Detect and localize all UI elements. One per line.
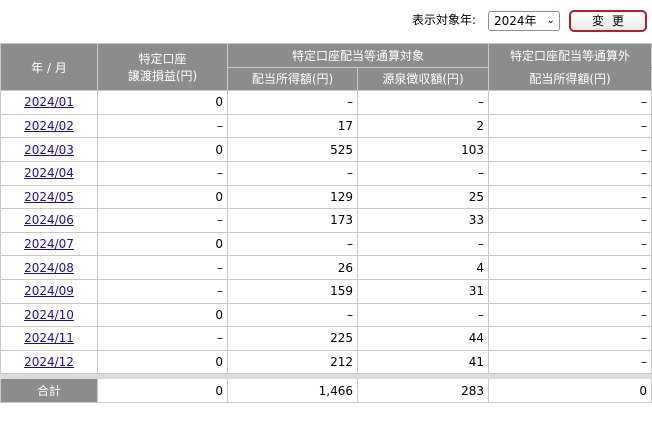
- gain-cell: 0: [97, 231, 228, 257]
- gain-cell: 0: [97, 349, 228, 375]
- header-group-target: 特定口座配当等通算対象: [226, 43, 490, 68]
- tax-cell: –: [356, 160, 490, 186]
- total-tax-cell: 283: [356, 378, 490, 403]
- header-transfer-gain-line1: 特定口座: [138, 52, 187, 67]
- dividend-cell: 525: [227, 137, 358, 162]
- outside-cell: –: [488, 349, 652, 375]
- year-label: 表示対象年:: [412, 13, 477, 27]
- table-row: 2024/07 0– – –: [0, 231, 652, 257]
- gain-cell: –: [97, 208, 228, 233]
- outside-cell: –: [488, 278, 652, 304]
- table-row: 2024/09–159 31–: [0, 278, 652, 304]
- year-select-value: 2024年: [494, 14, 537, 28]
- outside-cell: –: [488, 137, 652, 162]
- outside-cell: –: [488, 113, 652, 139]
- month-link[interactable]: 2024/03: [24, 143, 74, 157]
- gain-cell: 0: [97, 302, 228, 328]
- dividend-cell: –: [227, 90, 358, 115]
- dividend-cell: 129: [227, 184, 358, 210]
- month-link[interactable]: 2024/01: [24, 95, 74, 109]
- dividend-cell: 173: [227, 208, 358, 233]
- gain-cell: –: [97, 255, 228, 280]
- table-row: 2024/04– – – –: [0, 160, 652, 186]
- tax-cell: 103: [356, 137, 490, 162]
- tax-cell: 44: [356, 326, 490, 351]
- tax-cell: 4: [356, 255, 490, 280]
- month-link[interactable]: 2024/07: [24, 237, 74, 251]
- gain-cell: 0: [97, 137, 228, 162]
- tax-cell: 2: [356, 113, 490, 139]
- outside-cell: –: [488, 302, 652, 328]
- total-row: 合計 0 1,466 283 0: [0, 378, 652, 403]
- month-link[interactable]: 2024/02: [24, 119, 74, 133]
- table-row: 2024/12 0 212 41–: [0, 349, 652, 375]
- total-label: 合計: [0, 378, 98, 403]
- tax-cell: –: [356, 302, 490, 328]
- month-link[interactable]: 2024/05: [24, 190, 74, 204]
- dividend-cell: 17: [227, 113, 358, 139]
- table-row: 2024/11–225 44–: [0, 326, 652, 351]
- table-row: 2024/02–17 2–: [0, 113, 652, 139]
- header-dividend-income: 配当所得額(円): [227, 66, 358, 92]
- month-link[interactable]: 2024/06: [24, 213, 74, 227]
- outside-cell: –: [488, 208, 652, 233]
- dividend-cell: 225: [227, 326, 358, 351]
- header-transfer-gain: 特定口座 譲渡損益(円): [97, 42, 228, 92]
- dividend-cell: 159: [227, 278, 358, 304]
- total-outside-cell: 0: [488, 378, 652, 403]
- month-link[interactable]: 2024/10: [24, 308, 74, 322]
- dividend-cell: 212: [227, 349, 358, 375]
- outside-cell: –: [488, 160, 652, 186]
- table-row: 2024/03 0 525 103–: [0, 137, 652, 162]
- outside-cell: –: [488, 231, 652, 257]
- table-row: 2024/05 0 129 25–: [0, 184, 652, 210]
- header-withholding-tax: 源泉徴収額(円): [356, 66, 490, 92]
- tax-cell: –: [356, 231, 490, 257]
- tax-cell: 25: [356, 184, 490, 210]
- dividend-cell: –: [227, 302, 358, 328]
- gain-cell: 0: [97, 184, 228, 210]
- gain-cell: –: [97, 113, 228, 139]
- gain-cell: –: [97, 278, 228, 304]
- outside-cell: –: [488, 255, 652, 280]
- total-dividend-cell: 1,466: [227, 378, 358, 403]
- outside-cell: –: [488, 184, 652, 210]
- chevron-down-icon: ⌄: [546, 15, 555, 26]
- month-link[interactable]: 2024/12: [24, 355, 74, 369]
- header-outside-dividend: 配当所得額(円): [488, 66, 652, 92]
- outside-cell: –: [488, 326, 652, 351]
- month-link[interactable]: 2024/08: [24, 261, 74, 275]
- gain-cell: 0: [97, 90, 228, 115]
- dividend-summary-table: 年 / 月 特定口座 譲渡損益(円) 特定口座配当等通算対象 特定口座配当等通算…: [0, 42, 652, 403]
- table-row: 2024/06–173 33–: [0, 208, 652, 233]
- change-button[interactable]: 変更: [569, 10, 647, 32]
- tax-cell: 33: [356, 208, 490, 233]
- header-transfer-gain-line2: 譲渡損益(円): [127, 69, 198, 84]
- tax-cell: –: [356, 90, 490, 115]
- month-link[interactable]: 2024/11: [24, 331, 74, 345]
- tax-cell: 41: [356, 349, 490, 375]
- gain-cell: –: [97, 160, 228, 186]
- header-month: 年 / 月: [0, 42, 98, 92]
- dividend-cell: 26: [227, 255, 358, 280]
- dividend-cell: –: [227, 231, 358, 257]
- dividend-cell: –: [227, 160, 358, 186]
- total-gain-cell: 0: [97, 378, 228, 403]
- year-filter-bar: 表示対象年: 2024年 ⌄ 変更: [0, 0, 652, 42]
- outside-cell: –: [488, 90, 652, 115]
- year-select[interactable]: 2024年 ⌄: [488, 11, 560, 31]
- tax-cell: 31: [356, 278, 490, 304]
- month-link[interactable]: 2024/04: [24, 166, 74, 180]
- gain-cell: –: [97, 326, 228, 351]
- table-row: 2024/10 0– – –: [0, 302, 652, 328]
- table-row: 2024/01 0– – –: [0, 90, 652, 115]
- month-link[interactable]: 2024/09: [24, 284, 74, 298]
- table-row: 2024/08–26 4–: [0, 255, 652, 280]
- header-group-outside: 特定口座配当等通算外: [488, 43, 652, 68]
